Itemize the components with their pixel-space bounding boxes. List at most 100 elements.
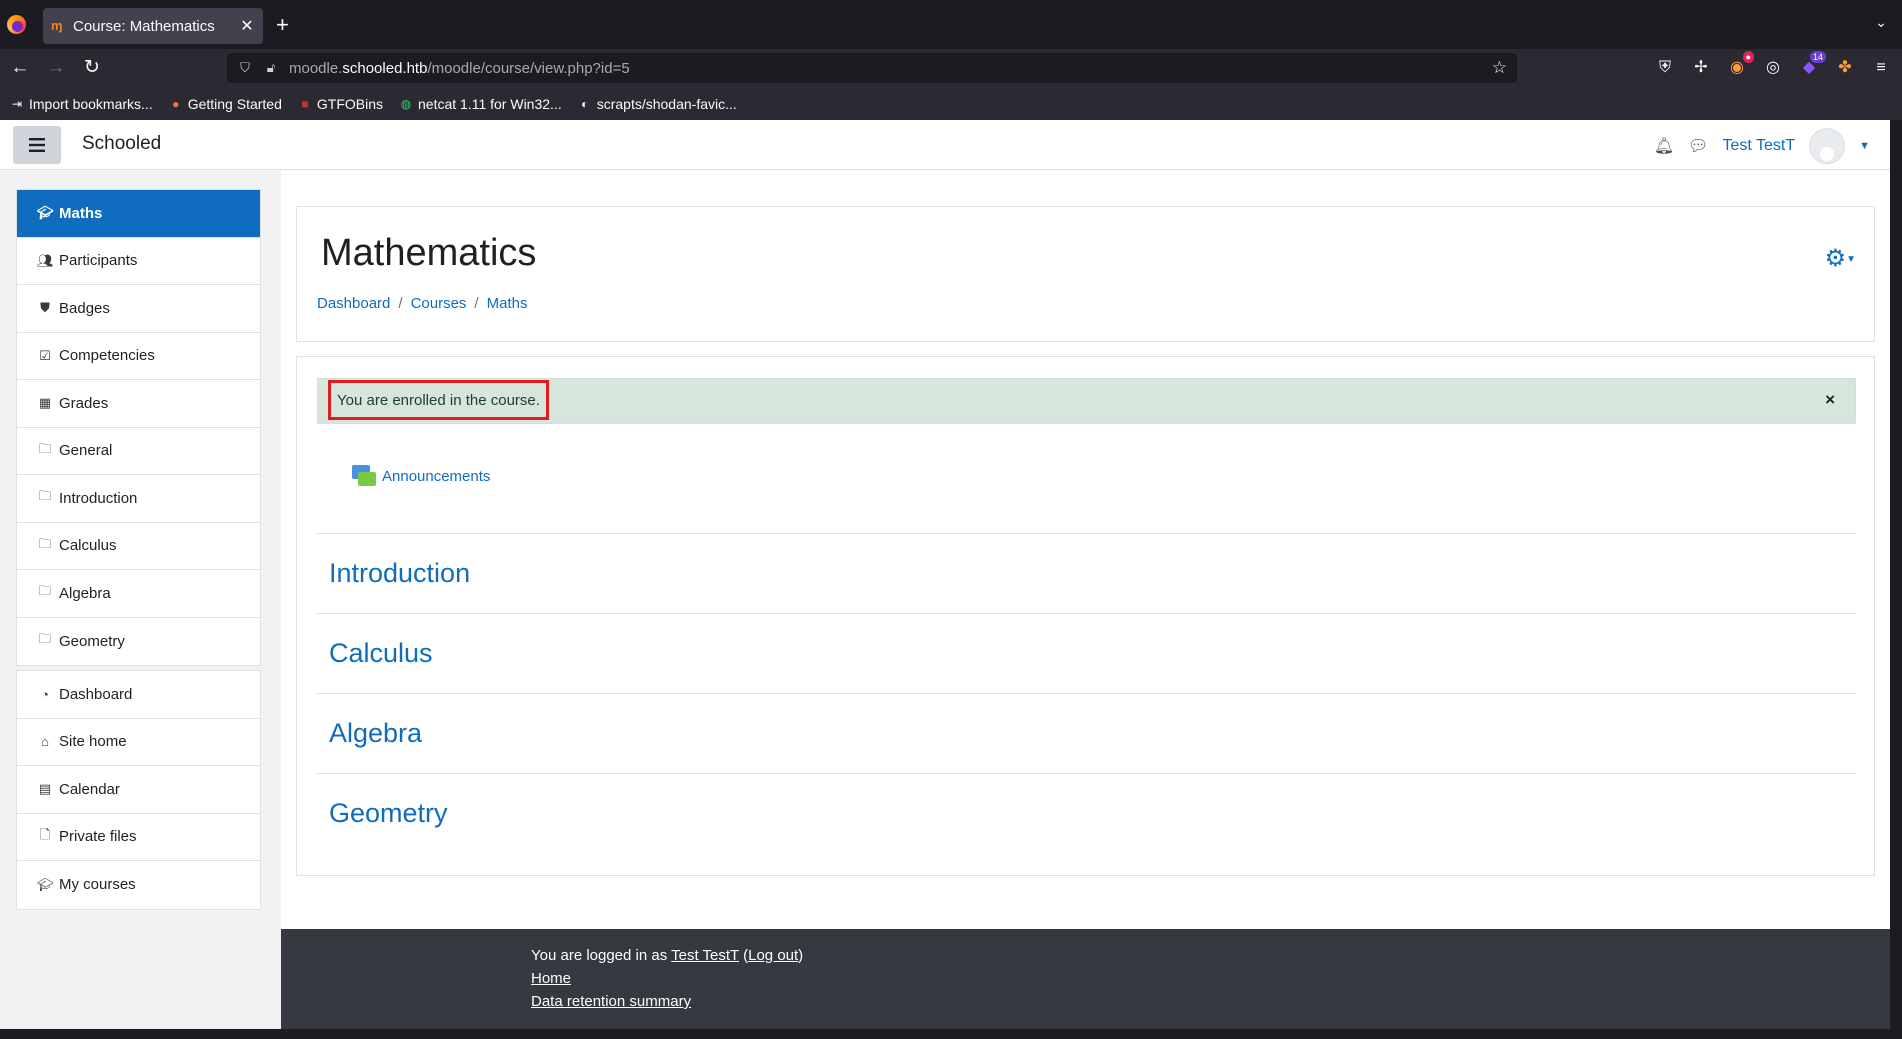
forward-arrow-icon[interactable]: → xyxy=(43,55,69,81)
data-retention-link[interactable]: Data retention summary xyxy=(531,993,691,1010)
page-title: Mathematics xyxy=(321,232,537,274)
folder-icon: 🗀 xyxy=(38,535,52,551)
cookie-extension-icon[interactable]: ✤ xyxy=(1834,57,1856,79)
owl-extension-icon[interactable]: ◎ xyxy=(1762,57,1784,79)
wappalyzer-icon[interactable]: ◆ 14 xyxy=(1798,51,1826,79)
foxyproxy-icon[interactable]: ◉ ● xyxy=(1726,51,1754,79)
home-icon: ⌂ xyxy=(41,734,49,750)
nav-item-algebra[interactable]: 🗀 Algebra xyxy=(17,570,260,618)
bookmark-getting-started[interactable]: ● Getting Started xyxy=(169,96,282,112)
bookmark-import[interactable]: ⇥ Import bookmarks... xyxy=(10,96,153,112)
user-name-link[interactable]: Test TestT xyxy=(1722,137,1795,155)
moodle-favicon-icon: ɱ xyxy=(51,18,63,33)
table-icon: ▦ xyxy=(38,395,52,411)
alert-close-icon[interactable]: × xyxy=(1825,390,1835,410)
browser-nav-bar: ← → ↻ ⛉ 🔓︎ moodle.schooled.htb/moodle/co… xyxy=(0,49,1902,87)
github-icon: ◐ xyxy=(581,96,589,111)
nav-item-general[interactable]: 🗀 General xyxy=(17,428,260,475)
browser-tab[interactable]: ɱ Course: Mathematics ✕ xyxy=(43,8,263,44)
gtfobins-icon: ■ xyxy=(301,96,309,111)
hamburger-icon xyxy=(29,138,45,152)
footer-home-link[interactable]: Home xyxy=(531,970,571,987)
nav-item-grades[interactable]: ▦ Grades xyxy=(17,380,260,428)
breadcrumb-courses[interactable]: Courses xyxy=(411,295,467,312)
calendar-icon: ▤ xyxy=(38,781,52,797)
section-geometry[interactable]: Geometry xyxy=(317,773,1856,853)
nav-item-competencies[interactable]: ☑ Competencies xyxy=(17,333,260,380)
course-nav-block: 🎓︎ Maths 👥︎ Participants ⛊ Badges ☑ Competen… xyxy=(16,189,261,666)
breadcrumb: Dashboard / Courses / Maths xyxy=(317,295,527,312)
bell-icon[interactable]: 🔔︎ xyxy=(1654,136,1674,156)
nav-drawer: 🎓︎ Maths 👥︎ Participants ⛊ Badges ☑ Competen… xyxy=(0,171,281,1029)
app-menu-icon[interactable]: ≡ xyxy=(1870,57,1892,79)
bookmark-gtfobins[interactable]: ■ GTFOBins xyxy=(298,96,383,112)
breadcrumb-dashboard[interactable]: Dashboard xyxy=(317,295,390,312)
breadcrumb-maths[interactable]: Maths xyxy=(487,295,528,312)
page-scrollbar[interactable] xyxy=(1890,120,1902,1029)
nav-item-introduction[interactable]: 🗀 Introduction xyxy=(17,475,260,523)
browser-tab-bar: ɱ Course: Mathematics ✕ + ⌄ xyxy=(0,0,1902,49)
checkbox-icon: ☑ xyxy=(39,347,51,363)
reload-icon[interactable]: ↻ xyxy=(79,55,105,81)
nav-item-badges[interactable]: ⛊ Badges xyxy=(17,285,260,333)
tracking-shield-icon[interactable]: ⛉ xyxy=(237,60,253,76)
section-calculus[interactable]: Calculus xyxy=(317,613,1856,693)
site-name[interactable]: Schooled xyxy=(82,133,161,155)
page-footer: You are logged in as Test TestT (Log out… xyxy=(281,929,1890,1029)
announcements-activity[interactable]: Announcements xyxy=(352,465,490,487)
extensions-puzzle-icon[interactable]: ✢ xyxy=(1690,57,1712,79)
nav-item-my-courses[interactable]: 🎓︎ My courses xyxy=(17,861,260,909)
tab-list-chevron-icon[interactable]: ⌄ xyxy=(1875,14,1887,31)
main-content: Mathematics ⚙▼ Dashboard / Courses / Mat… xyxy=(281,171,1890,1029)
folder-icon: 🗀 xyxy=(38,583,52,599)
import-icon: ⇥ xyxy=(11,96,23,111)
course-settings-gear-icon[interactable]: ⚙▼ xyxy=(1825,244,1856,273)
enrolment-alert: You are enrolled in the course. × xyxy=(317,378,1856,424)
announcements-link[interactable]: Announcements xyxy=(382,468,490,485)
nav-item-maths[interactable]: 🎓︎ Maths xyxy=(17,190,260,238)
nav-item-site-home[interactable]: ⌂ Site home xyxy=(17,719,260,766)
messages-icon[interactable]: 💬︎ xyxy=(1688,136,1708,156)
pocket-icon[interactable]: ⛨ xyxy=(1654,57,1676,79)
back-arrow-icon[interactable]: ← xyxy=(7,55,33,81)
forum-icon xyxy=(352,465,376,487)
url-bar[interactable]: ⛉ 🔓︎ moodle.schooled.htb/moodle/course/v… xyxy=(227,53,1517,83)
nav-item-private-files[interactable]: 🗋 Private files xyxy=(17,814,260,861)
drawer-toggle-button[interactable] xyxy=(13,126,61,164)
logout-link[interactable]: Log out xyxy=(748,947,798,964)
footer-user-link[interactable]: Test TestT xyxy=(671,947,739,964)
course-content-card: You are enrolled in the course. × Announ… xyxy=(296,356,1875,876)
tab-close-icon[interactable]: ✕ xyxy=(239,16,255,36)
nav-item-dashboard[interactable]: ◔ Dashboard xyxy=(17,671,260,719)
user-menu-area: 🔔︎ 💬︎ Test TestT ▼ xyxy=(1654,128,1870,164)
alert-message: You are enrolled in the course. xyxy=(328,380,549,420)
site-nav-block: ◔ Dashboard ⌂ Site home ▤ Calendar 🗋 Private… xyxy=(16,670,261,910)
page-viewport: Schooled 🔔︎ 💬︎ Test TestT ▼ 🎓︎ Maths 👥︎ Pa… xyxy=(0,120,1890,1029)
firefox-logo-icon xyxy=(7,15,26,34)
section-algebra[interactable]: Algebra xyxy=(317,693,1856,773)
graduation-cap-icon: 🎓︎ xyxy=(37,876,54,892)
nav-item-geometry[interactable]: 🗀 Geometry xyxy=(17,618,260,666)
user-menu-caret-icon[interactable]: ▼ xyxy=(1859,140,1870,152)
bookmark-star-icon[interactable]: ☆ xyxy=(1492,58,1507,78)
bookmark-netcat[interactable]: ◍ netcat 1.11 for Win32... xyxy=(399,96,562,112)
page-header-card: Mathematics ⚙▼ Dashboard / Courses / Mat… xyxy=(296,206,1875,342)
course-sections: Introduction Calculus Algebra Geometry xyxy=(317,533,1856,853)
folder-icon: 🗀 xyxy=(38,440,52,456)
breadcrumb-separator: / xyxy=(474,295,479,312)
section-introduction[interactable]: Introduction xyxy=(317,533,1856,613)
bookmark-shodan-favicon[interactable]: ◐ scrapts/shodan-favic... xyxy=(578,96,737,112)
url-text[interactable]: moodle.schooled.htb/moodle/course/view.p… xyxy=(289,60,1492,77)
nav-item-calculus[interactable]: 🗀 Calculus xyxy=(17,523,260,570)
tab-title: Course: Mathematics xyxy=(73,17,215,35)
login-info: You are logged in as Test TestT (Log out… xyxy=(531,947,804,964)
avatar[interactable] xyxy=(1809,128,1846,164)
users-icon: 👥︎ xyxy=(37,252,54,268)
new-tab-button[interactable]: + xyxy=(276,12,289,38)
firefox-icon: ● xyxy=(172,96,180,111)
folder-icon: 🗀 xyxy=(38,488,52,504)
moodle-navbar: Schooled 🔔︎ 💬︎ Test TestT ▼ xyxy=(0,120,1890,170)
insecure-lock-icon[interactable]: 🔓︎ xyxy=(263,60,279,76)
nav-item-calendar[interactable]: ▤ Calendar xyxy=(17,766,260,814)
nav-item-participants[interactable]: 👥︎ Participants xyxy=(17,238,260,285)
